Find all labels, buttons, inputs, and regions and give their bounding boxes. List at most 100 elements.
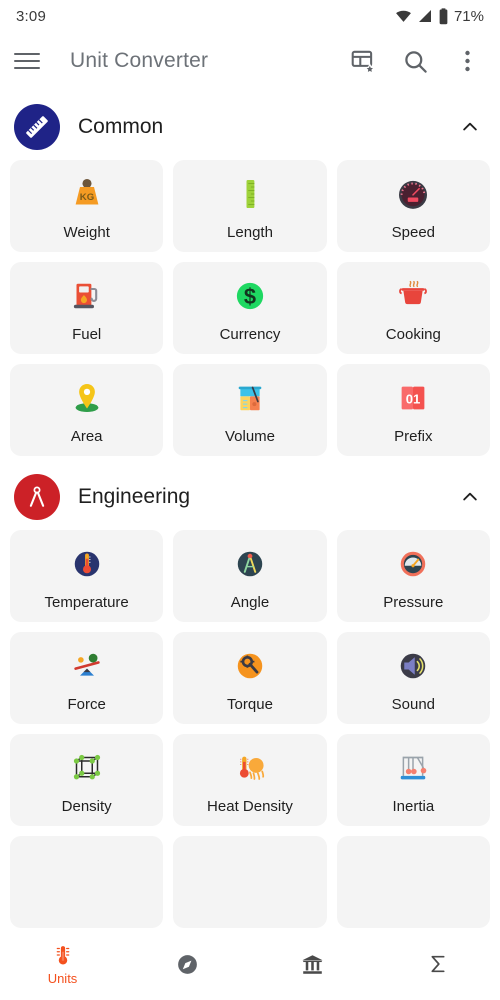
section-title-common: Common bbox=[78, 115, 164, 138]
tile-sound[interactable]: Sound bbox=[336, 632, 490, 724]
tile-cooking[interactable]: Cooking bbox=[336, 262, 490, 354]
signal-icon bbox=[418, 10, 431, 22]
customize-grid-icon[interactable] bbox=[348, 46, 378, 76]
thermometer-night-icon bbox=[66, 541, 108, 587]
status-indicators: 71% bbox=[395, 8, 484, 25]
tile-label: Pressure bbox=[383, 594, 444, 611]
compass-divider-icon bbox=[29, 486, 45, 507]
tile-partial[interactable] bbox=[173, 836, 327, 928]
tile-pressure[interactable]: Pressure bbox=[336, 530, 490, 622]
ruler-icon bbox=[26, 116, 48, 138]
tile-label: Sound bbox=[391, 696, 435, 713]
tile-area[interactable]: Area bbox=[10, 364, 164, 456]
thermometer-icon bbox=[56, 946, 69, 965]
tile-label: Length bbox=[227, 224, 273, 241]
tile-angle[interactable]: Angle bbox=[173, 530, 327, 622]
svg-text:$: $ bbox=[244, 284, 256, 309]
section-header-engineering[interactable]: Engineering bbox=[0, 460, 500, 530]
nav-item-calculator[interactable] bbox=[375, 928, 500, 1000]
tile-label: Temperature bbox=[44, 594, 129, 611]
chevron-up-icon[interactable] bbox=[458, 115, 482, 139]
search-icon[interactable] bbox=[400, 46, 430, 76]
common-badge bbox=[14, 104, 60, 150]
tile-fuel[interactable]: Fuel bbox=[10, 262, 164, 354]
tile-label: Speed bbox=[391, 224, 435, 241]
tile-label: Angle bbox=[230, 594, 270, 611]
tile-length[interactable]: Length bbox=[173, 160, 327, 252]
tile-grid-common: KG Weight Length Speed Fuel $ Currency C… bbox=[0, 160, 500, 456]
speaker-icon bbox=[392, 643, 434, 689]
battery-percent: 71% bbox=[453, 7, 484, 25]
app-bar: Unit Converter bbox=[0, 32, 500, 90]
tile-label: Weight bbox=[63, 224, 110, 241]
bank-icon bbox=[302, 954, 323, 974]
bottom-navigation: Units bbox=[0, 928, 500, 1000]
chevron-up-icon[interactable] bbox=[458, 485, 482, 509]
tile-speed[interactable]: Speed bbox=[336, 160, 490, 252]
nav-item-tools[interactable] bbox=[125, 928, 250, 1000]
section-title-engineering: Engineering bbox=[78, 485, 191, 508]
pressure-gauge-icon bbox=[392, 541, 434, 587]
tile-label: Volume bbox=[224, 428, 276, 445]
tile-temperature[interactable]: Temperature bbox=[10, 530, 164, 622]
map-pin-icon bbox=[66, 375, 108, 421]
content-scroll-area[interactable]: Common KG Weight Length Speed Fuel $ Cur… bbox=[0, 90, 500, 928]
compass-icon bbox=[178, 954, 197, 974]
tile-label: Inertia bbox=[392, 798, 435, 815]
nav-label-units: Units bbox=[47, 971, 78, 986]
tile-weight[interactable]: KG Weight bbox=[10, 160, 164, 252]
tile-force[interactable]: Force bbox=[10, 632, 164, 724]
tile-grid-engineering: Temperature Angle Pressure Force Torque … bbox=[0, 530, 500, 826]
seesaw-balance-icon bbox=[66, 643, 108, 689]
tile-label: Heat Density bbox=[207, 798, 293, 815]
tile-label: Prefix bbox=[394, 428, 433, 445]
section-common: Common KG Weight Length Speed Fuel $ Cur… bbox=[0, 90, 500, 456]
thermometer-sun-icon bbox=[229, 745, 271, 791]
tile-label: Area bbox=[70, 428, 103, 445]
tile-prefix[interactable]: 01 Prefix bbox=[336, 364, 490, 456]
section-header-common[interactable]: Common bbox=[0, 90, 500, 160]
kg-weight-icon: KG bbox=[66, 171, 108, 217]
tile-currency[interactable]: $ Currency bbox=[173, 262, 327, 354]
nav-item-finance[interactable] bbox=[250, 928, 375, 1000]
tile-label: Fuel bbox=[72, 326, 102, 343]
speedometer-icon bbox=[392, 171, 434, 217]
wifi-icon bbox=[396, 10, 411, 22]
fuel-pump-icon bbox=[66, 273, 108, 319]
ruler-green-icon bbox=[229, 171, 271, 217]
engineering-badge bbox=[14, 474, 60, 520]
sigma-icon bbox=[430, 955, 445, 973]
tile-label: Currency bbox=[219, 326, 281, 343]
tile-volume[interactable]: Volume bbox=[173, 364, 327, 456]
status-time: 3:09 bbox=[16, 7, 46, 25]
newtons-cradle-icon bbox=[392, 745, 434, 791]
tile-inertia[interactable]: Inertia bbox=[336, 734, 490, 826]
battery-icon bbox=[439, 7, 448, 24]
svg-text:01: 01 bbox=[406, 391, 421, 406]
tile-partial[interactable] bbox=[336, 836, 490, 928]
cube-lattice-icon bbox=[66, 745, 108, 791]
tile-torque[interactable]: Torque bbox=[173, 632, 327, 724]
svg-text:KG: KG bbox=[79, 192, 93, 203]
overflow-menu-icon[interactable] bbox=[452, 46, 482, 76]
tile-grid-partial-next bbox=[0, 836, 500, 928]
dollar-coin-icon: $ bbox=[229, 273, 271, 319]
section-engineering: Engineering Temperature Angle Pressure F… bbox=[0, 460, 500, 826]
cooking-pot-icon bbox=[392, 273, 434, 319]
page-title: Unit Converter bbox=[70, 49, 209, 72]
beaker-icon bbox=[229, 375, 271, 421]
tile-partial[interactable] bbox=[10, 836, 164, 928]
tile-label: Density bbox=[61, 798, 112, 815]
tile-label: Cooking bbox=[385, 326, 441, 343]
status-bar: 3:09 71% bbox=[0, 0, 500, 32]
tile-label: Torque bbox=[227, 696, 273, 713]
wrench-gear-icon bbox=[229, 643, 271, 689]
tile-heat-density[interactable]: Heat Density bbox=[173, 734, 327, 826]
hamburger-menu-icon[interactable] bbox=[14, 44, 48, 78]
nav-item-units[interactable]: Units bbox=[0, 928, 125, 1000]
app-bar-actions bbox=[348, 46, 486, 76]
divider-compass-icon bbox=[229, 541, 271, 587]
digits-01-icon: 01 bbox=[392, 375, 434, 421]
tile-density[interactable]: Density bbox=[10, 734, 164, 826]
tile-label: Force bbox=[67, 696, 106, 713]
